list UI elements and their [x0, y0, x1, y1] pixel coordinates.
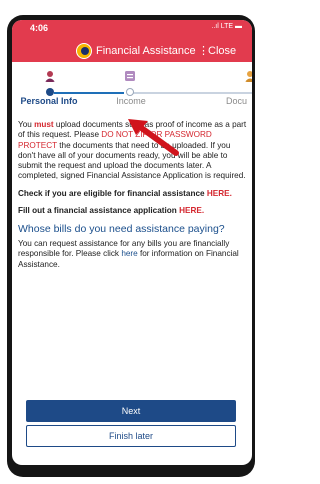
eligibility-text: Check if you are eligible for financial … — [18, 188, 207, 198]
step-dot-2 — [126, 88, 134, 96]
step-line-1 — [54, 92, 124, 94]
step-label-documents[interactable]: Docu — [226, 96, 252, 106]
status-time: 4:06 — [30, 23, 49, 33]
page-title: Financial Assistance — [96, 45, 196, 57]
app-screen: 4:06 ..ıl LTE ▬ Financial Assistance ⋮ C… — [12, 20, 252, 465]
step-label-personal-info[interactable]: Personal Info — [16, 96, 82, 106]
step-label-income[interactable]: Income — [98, 96, 164, 106]
finish-later-button[interactable]: Finish later — [26, 425, 236, 447]
application-link[interactable]: HERE. — [179, 206, 204, 215]
info-link[interactable]: here — [121, 249, 137, 258]
notice-text: You — [18, 120, 35, 129]
progress-stepper: Personal Info Income Docu — [12, 64, 252, 110]
section-title: Whose bills do you need assistance payin… — [18, 223, 225, 235]
close-button[interactable]: Close — [208, 45, 236, 57]
annotation-arrow-icon — [128, 119, 179, 156]
step-line-2 — [132, 92, 252, 94]
application-paragraph: Fill out a financial assistance applicat… — [18, 206, 248, 216]
person-icon — [245, 71, 252, 82]
application-text: Fill out a financial assistance applicat… — [18, 205, 180, 215]
status-icons: ..ıl LTE ▬ — [211, 23, 242, 30]
person-icon — [45, 71, 55, 82]
must-text: must — [34, 120, 54, 129]
step-dot-1 — [46, 88, 54, 96]
document-icon — [125, 71, 135, 81]
eligibility-paragraph: Check if you are eligible for financial … — [18, 189, 248, 199]
title-row: Financial Assistance ⋮ Close — [12, 43, 252, 59]
header-bar: 4:06 ..ıl LTE ▬ Financial Assistance ⋮ C… — [12, 20, 252, 62]
page-background: 4:06 ..ıl LTE ▬ Financial Assistance ⋮ C… — [0, 0, 270, 484]
section-paragraph: You can request assistance for any bills… — [18, 239, 248, 270]
logo-icon — [76, 43, 92, 59]
eligibility-link[interactable]: HERE. — [207, 189, 232, 198]
next-button[interactable]: Next — [26, 400, 236, 422]
